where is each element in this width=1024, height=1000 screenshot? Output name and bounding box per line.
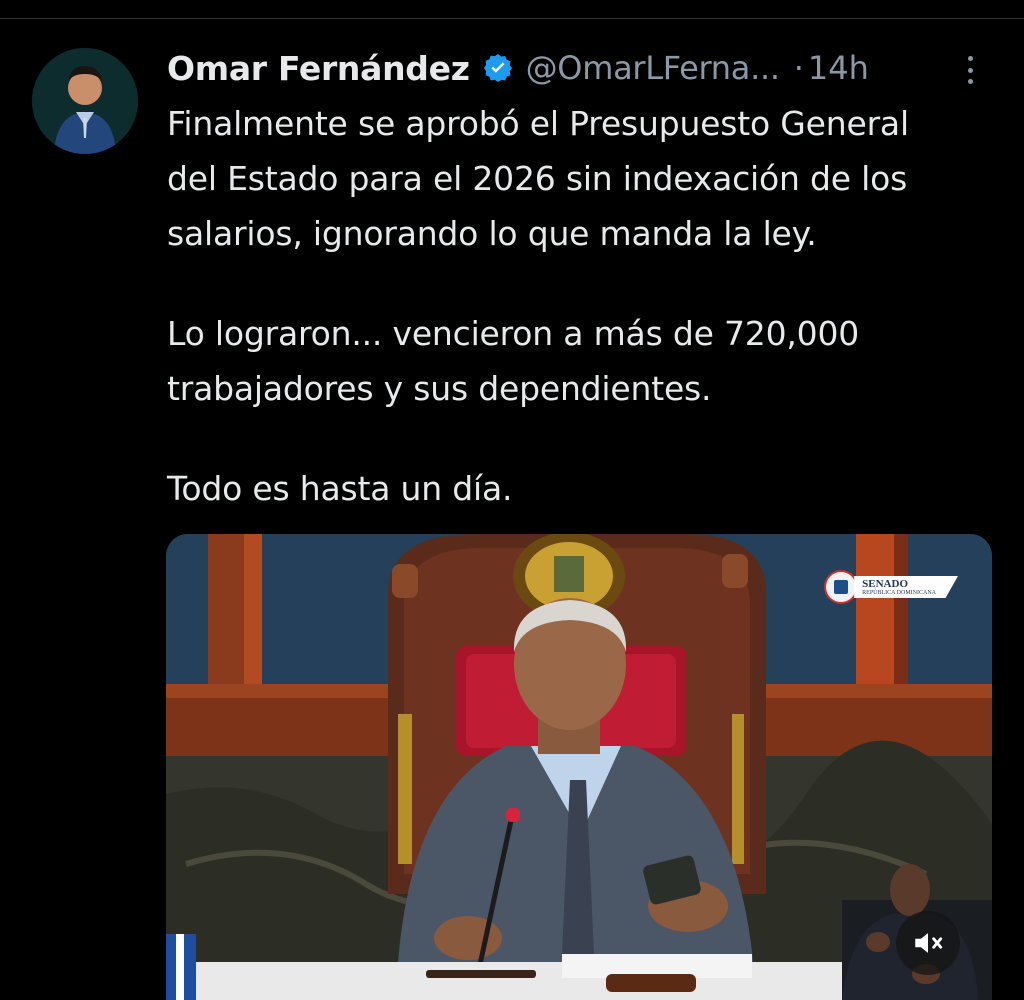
avatar[interactable] (32, 48, 138, 154)
text-line: del Estado para el 2026 sin indexación d… (167, 159, 908, 198)
verified-badge-icon[interactable] (482, 52, 514, 84)
senado-seal-icon (824, 570, 859, 604)
text-line: Lo lograron... vencieron a más de 720,00… (167, 314, 860, 353)
text-line: Finalmente se aprobó el Presupuesto Gene… (167, 104, 909, 143)
separator-dot: · (793, 49, 804, 87)
paragraph-3: Todo es hasta un día. (167, 461, 1007, 516)
tweet-text: Finalmente se aprobó el Presupuesto Gene… (167, 96, 1007, 516)
watermark-subtitle: REPÚBLICA DOMINICANA (862, 589, 936, 596)
video-player[interactable]: SENADO REPÚBLICA DOMINICANA (166, 534, 992, 1000)
text-line: trabajadores y sus dependientes. (167, 369, 712, 408)
channel-watermark: SENADO REPÚBLICA DOMINICANA (824, 568, 958, 606)
paragraph-2: Lo lograron... vencieron a más de 720,00… (167, 306, 1007, 416)
tweet-header: Omar Fernández @OmarLFerna... · 14h (167, 44, 869, 92)
author-handle[interactable]: @OmarLFerna... (526, 49, 780, 87)
text-line: Todo es hasta un día. (167, 469, 513, 508)
text-line: salarios, ignorando lo que manda la ley. (167, 214, 817, 253)
author-name[interactable]: Omar Fernández (167, 49, 470, 88)
mute-toggle-button[interactable] (896, 911, 960, 975)
speaker-muted-icon (915, 933, 943, 953)
tweet-timestamp[interactable]: 14h (808, 49, 869, 87)
watermark-title: SENADO (862, 577, 908, 590)
more-vertical-icon[interactable] (958, 52, 982, 88)
paragraph-1: Finalmente se aprobó el Presupuesto Gene… (167, 96, 1007, 261)
watermark-banner: SENADO REPÚBLICA DOMINICANA (854, 576, 958, 598)
tweet[interactable]: Omar Fernández @OmarLFerna... · 14h Fina… (0, 0, 1024, 1000)
